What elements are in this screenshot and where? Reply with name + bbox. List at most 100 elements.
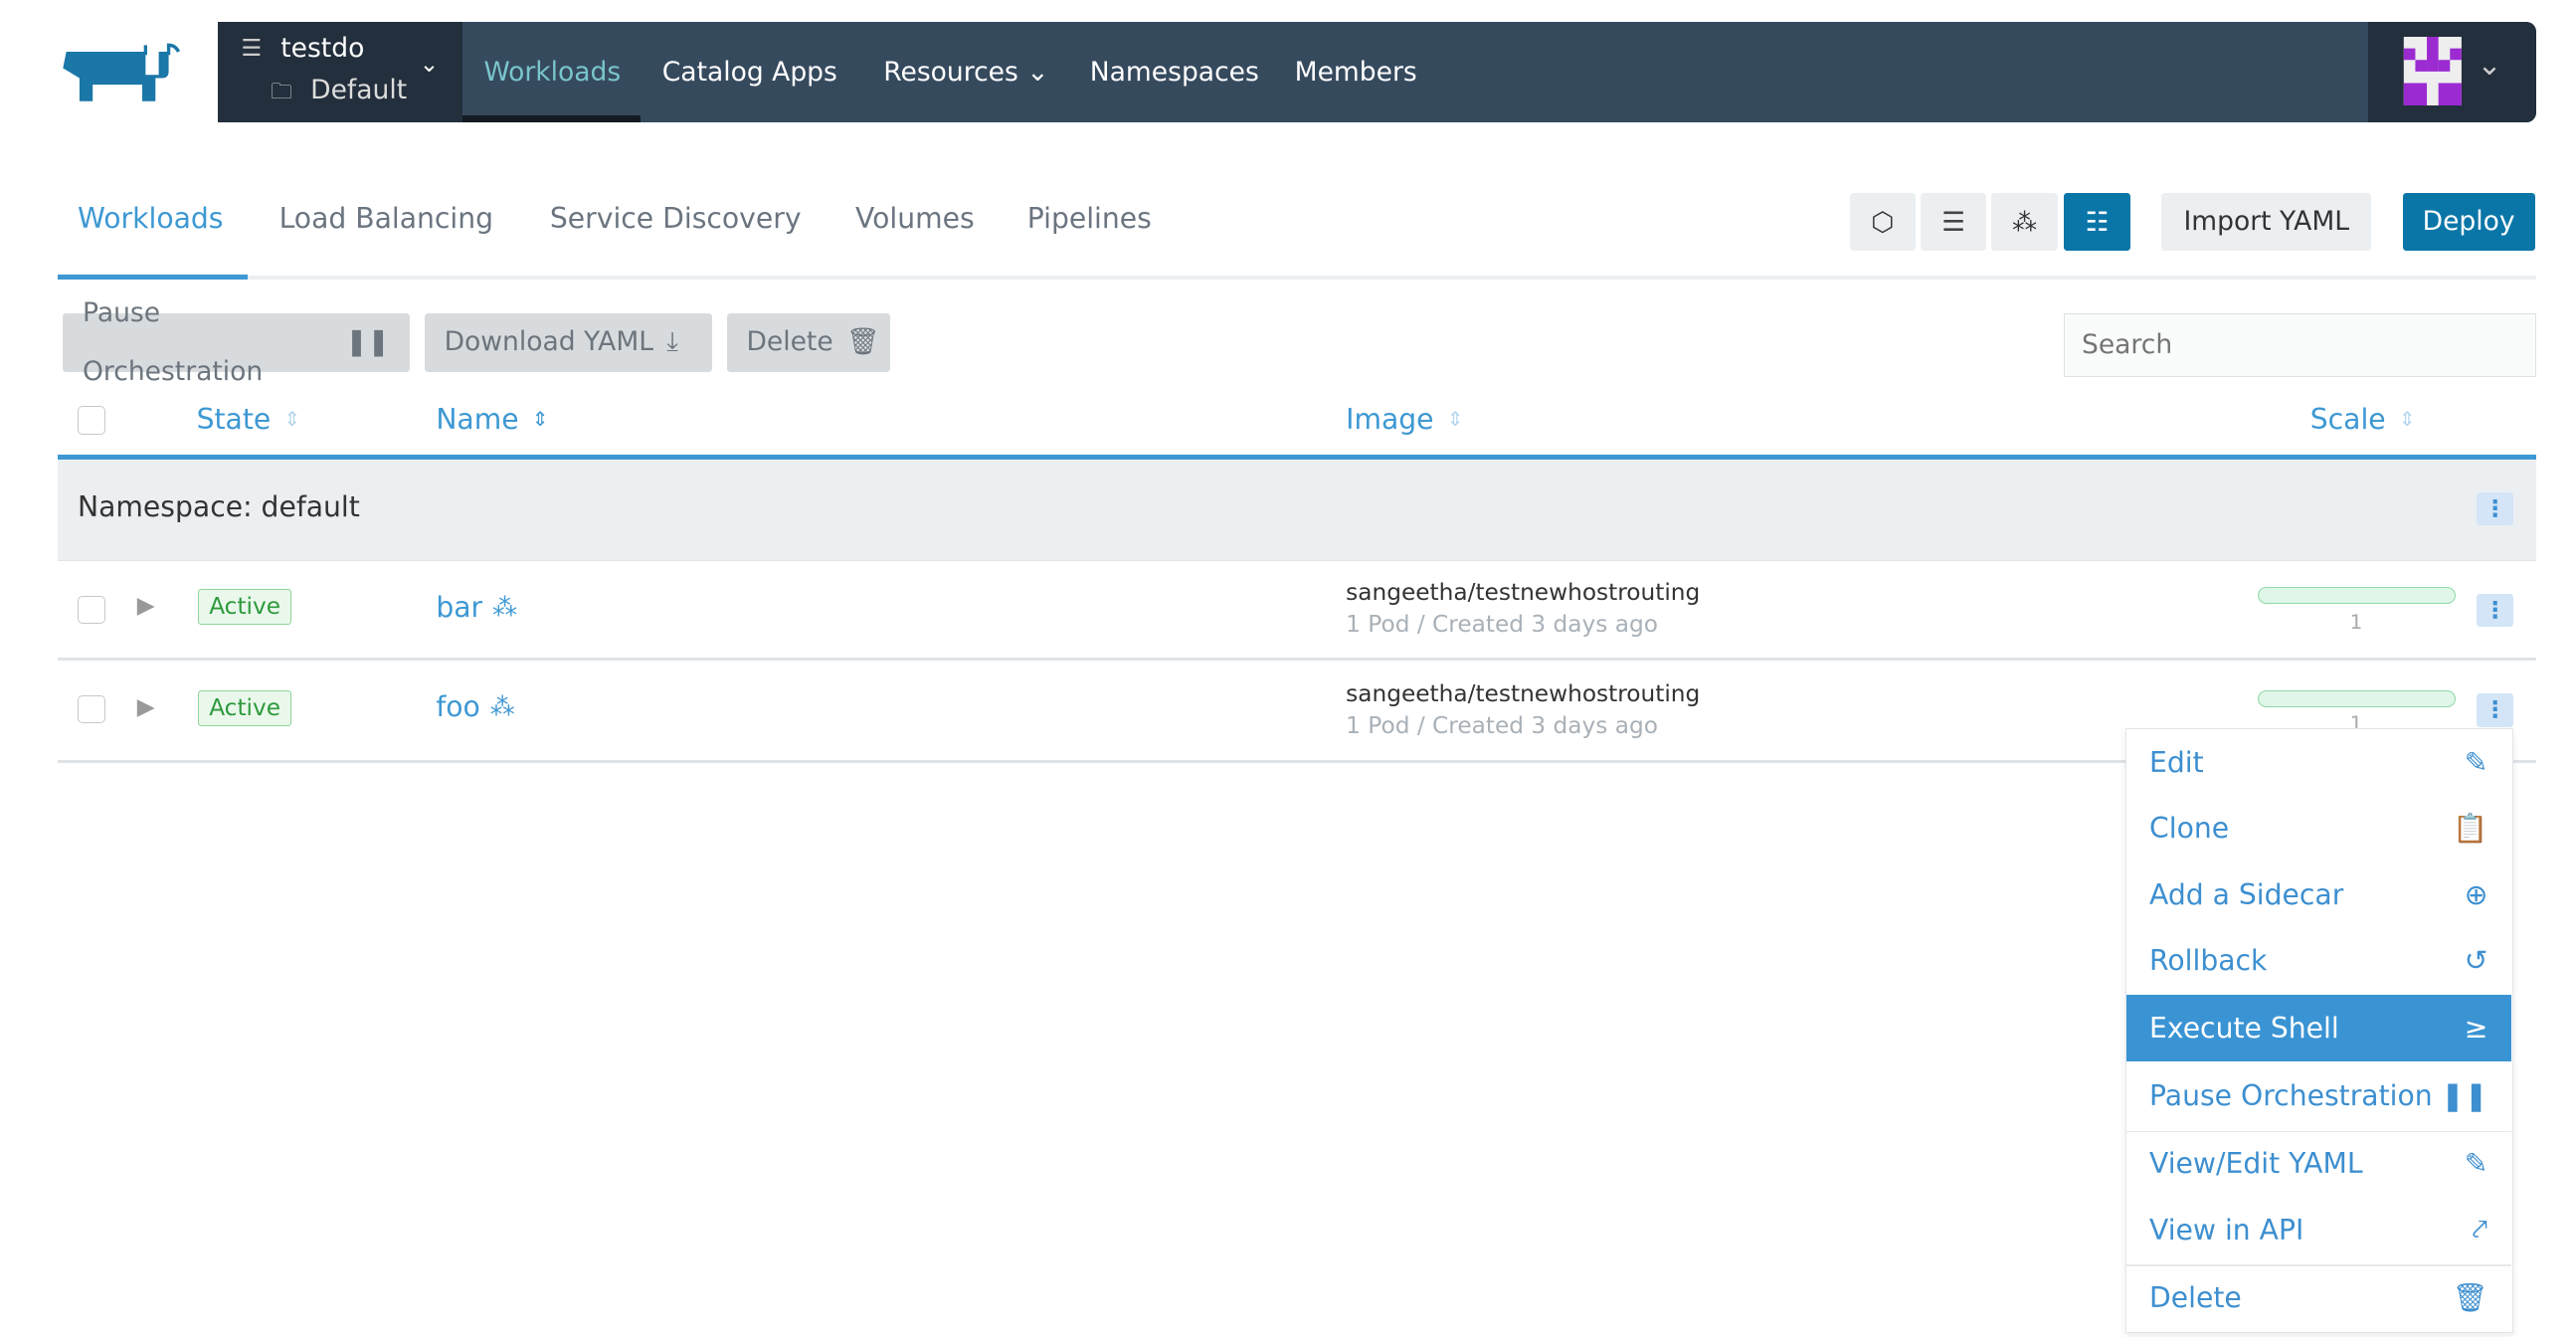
row-actions-button[interactable]: ⋮ (2477, 693, 2513, 727)
cubes-icon: ⁂ (489, 691, 515, 721)
table-row: ▶ Active bar ⁂ sangeetha/testnewhostrouti… (58, 559, 2537, 662)
workload-detail: 1 Pod / Created 3 days ago (1346, 711, 1658, 739)
menu-item-clone[interactable]: Clone 📋 (2126, 796, 2511, 861)
list-icon: ☷ (2085, 206, 2110, 238)
namespace-group-row: Namespace: default ⋮ (58, 459, 2537, 560)
deploy-button[interactable]: Deploy (2402, 193, 2535, 252)
clipboard-icon: 📋 (2453, 812, 2488, 846)
row-actions-menu: Edit ✎ Clone 📋 Add a Sidecar ⊕ Rollback ↺ Ex… (2124, 728, 2513, 1333)
project-name: Default (310, 74, 408, 105)
chevron-down-icon: ⌄ (419, 51, 440, 79)
tab-load-balancing[interactable]: Load Balancing (279, 202, 494, 235)
delete-button[interactable]: Delete 🗑 (726, 313, 890, 372)
menu-label: Add a Sidecar (2149, 877, 2344, 911)
tab-workloads[interactable]: Workloads (78, 202, 223, 235)
nav-resources[interactable]: Resources ⌄ (883, 22, 1048, 122)
cubes-icon: ⁂ (492, 592, 517, 622)
nav-workloads[interactable]: Workloads (483, 22, 621, 122)
menu-item-edit[interactable]: Edit ✎ (2126, 729, 2511, 795)
download-yaml-button[interactable]: Download YAML ⤓ (424, 313, 712, 372)
menu-item-execute-shell[interactable]: Execute Shell ≥ (2125, 995, 2511, 1061)
group-by-namespace-button[interactable]: ☷ (2064, 193, 2130, 252)
scale-bar (2257, 689, 2456, 707)
sort-icon: ⇕ (1446, 408, 1464, 432)
tab-service-discovery[interactable]: Service Discovery (550, 202, 802, 235)
column-image[interactable]: Image ⇕ (1346, 403, 1463, 436)
menu-item-pause-orchestration[interactable]: Pause Orchestration ❚❚ (2126, 1063, 2511, 1129)
workload-name: bar (436, 590, 483, 624)
pencil-icon: ✎ (2464, 1147, 2488, 1181)
group-by-workload-button[interactable]: ⁂ (1991, 193, 2058, 252)
expand-icon[interactable]: ▶ (137, 592, 155, 619)
menu-item-view-in-api[interactable]: View in API ⤤ (2126, 1197, 2511, 1262)
pencil-icon: ✎ (2464, 745, 2488, 779)
expand-icon[interactable]: ▶ (137, 693, 155, 720)
chevron-down-icon: ⌄ (1026, 56, 1049, 88)
select-all-checkbox[interactable] (78, 406, 106, 435)
terminal-icon: ≥ (2464, 1012, 2488, 1046)
menu-label: Edit (2149, 745, 2204, 779)
row-checkbox[interactable] (78, 694, 106, 724)
image-name: sangeetha/testnewhostrouting (1346, 579, 1701, 607)
group-by-node-button[interactable]: ☰ (1920, 193, 1987, 252)
trash-icon: 🗑 (845, 326, 880, 358)
nav-resources-label: Resources (883, 56, 1018, 88)
pause-icon: ❚❚ (345, 326, 390, 358)
cubes-icon: ⁂ (2012, 207, 2037, 237)
column-label: Image (1346, 403, 1434, 437)
image-name: sangeetha/testnewhostrouting (1346, 680, 1701, 708)
sort-icon: ⇕ (2398, 408, 2416, 432)
menu-label: Execute Shell (2149, 1012, 2339, 1046)
cluster-name: testdo (280, 33, 365, 65)
user-menu[interactable]: ⌄ (2367, 21, 2537, 122)
search-input[interactable] (2064, 313, 2537, 377)
nav-members[interactable]: Members (1295, 22, 1417, 122)
avatar (2403, 36, 2462, 106)
scale-count: 1 (2349, 610, 2363, 634)
menu-item-rollback[interactable]: Rollback ↺ (2126, 927, 2511, 993)
button-label: Delete (746, 326, 833, 358)
chevron-down-icon: ⌄ (2477, 48, 2502, 84)
menu-label: View/Edit YAML (2149, 1147, 2363, 1181)
menu-item-delete[interactable]: Delete 🗑 (2126, 1264, 2511, 1330)
column-label: Name (436, 403, 519, 437)
rancher-logo[interactable] (60, 42, 192, 104)
tabs-divider (58, 276, 2537, 280)
history-icon: ↺ (2464, 944, 2488, 978)
import-yaml-button[interactable]: Import YAML (2161, 193, 2372, 252)
plus-circle-icon: ⊕ (2464, 877, 2488, 911)
cluster-project-switcher[interactable]: ☰ testdo 🗀 Default ⌄ (218, 21, 462, 122)
sort-icon: ⇕ (283, 408, 301, 432)
row-actions-button[interactable]: ⋮ (2477, 594, 2513, 628)
pause-icon: ❚❚ (2441, 1079, 2488, 1113)
namespace-label: Namespace: default (78, 490, 360, 524)
cube-icon: ⬡ (1871, 206, 1895, 238)
row-checkbox[interactable] (78, 595, 106, 624)
tab-pipelines[interactable]: Pipelines (1027, 202, 1152, 235)
workload-link[interactable]: foo ⁂ (436, 690, 514, 723)
workload-name: foo (436, 689, 480, 723)
nav-catalog-apps[interactable]: Catalog Apps (662, 22, 837, 122)
group-by-none-button[interactable]: ⬡ (1849, 193, 1916, 252)
column-state[interactable]: State ⇕ (197, 403, 301, 436)
active-tab-indicator (58, 274, 249, 280)
pause-orchestration-button[interactable]: Pause Orchestration ❚❚ (63, 297, 410, 387)
menu-label: Delete (2149, 1280, 2242, 1314)
column-label: State (196, 403, 272, 437)
menu-label: View in API (2149, 1213, 2304, 1246)
status-badge: Active (198, 689, 292, 726)
tab-volumes[interactable]: Volumes (855, 202, 975, 235)
workload-link[interactable]: bar ⁂ (436, 591, 517, 624)
server-icon: ☰ (1941, 206, 1966, 238)
column-label: Scale (2309, 403, 2386, 437)
scale-bar (2257, 587, 2456, 604)
status-badge: Active (198, 589, 292, 625)
trash-icon: 🗑 (2452, 1280, 2488, 1314)
workload-detail: 1 Pod / Created 3 days ago (1346, 610, 1658, 638)
namespace-actions-button[interactable]: ⋮ (2477, 491, 2513, 525)
nav-namespaces[interactable]: Namespaces (1090, 22, 1259, 122)
menu-item-view-edit-yaml[interactable]: View/Edit YAML ✎ (2126, 1131, 2511, 1197)
menu-item-add-sidecar[interactable]: Add a Sidecar ⊕ (2126, 861, 2511, 927)
column-scale[interactable]: Scale ⇕ (2310, 403, 2416, 436)
column-name[interactable]: Name ⇕ (436, 403, 548, 436)
